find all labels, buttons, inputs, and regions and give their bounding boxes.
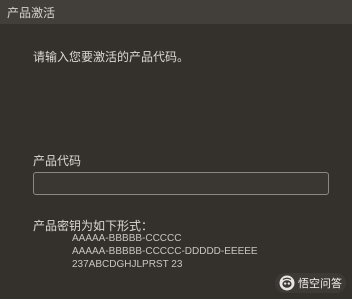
wukong-watermark: 悟空问答 [275,273,346,293]
watermark-text: 悟空问答 [298,277,342,290]
product-code-label: 产品代码 [33,154,82,168]
key-format-examples: AAAAA-BBBBB-CCCCC AAAAA-BBBBB-CCCCC-DDDD… [72,232,258,271]
window-title: 产品激活 [7,6,56,20]
key-format-example-3: 237ABCDGHJLPRST 23 [72,259,183,270]
key-format-example-1: AAAAA-BBBBB-CCCCC [72,233,182,244]
key-format-example-2: AAAAA-BBBBB-CCCCC-DDDDD-EEEEE [72,246,258,257]
instruction-text: 请输入您要激活的产品代码。 [33,50,190,64]
activation-dialog: 产品激活 请输入您要激活的产品代码。 产品代码 产品密钥为如下形式： AAAAA… [0,0,352,299]
wukong-logo-icon [279,275,295,291]
title-bar: 产品激活 [0,0,352,24]
product-code-input[interactable] [33,172,329,195]
